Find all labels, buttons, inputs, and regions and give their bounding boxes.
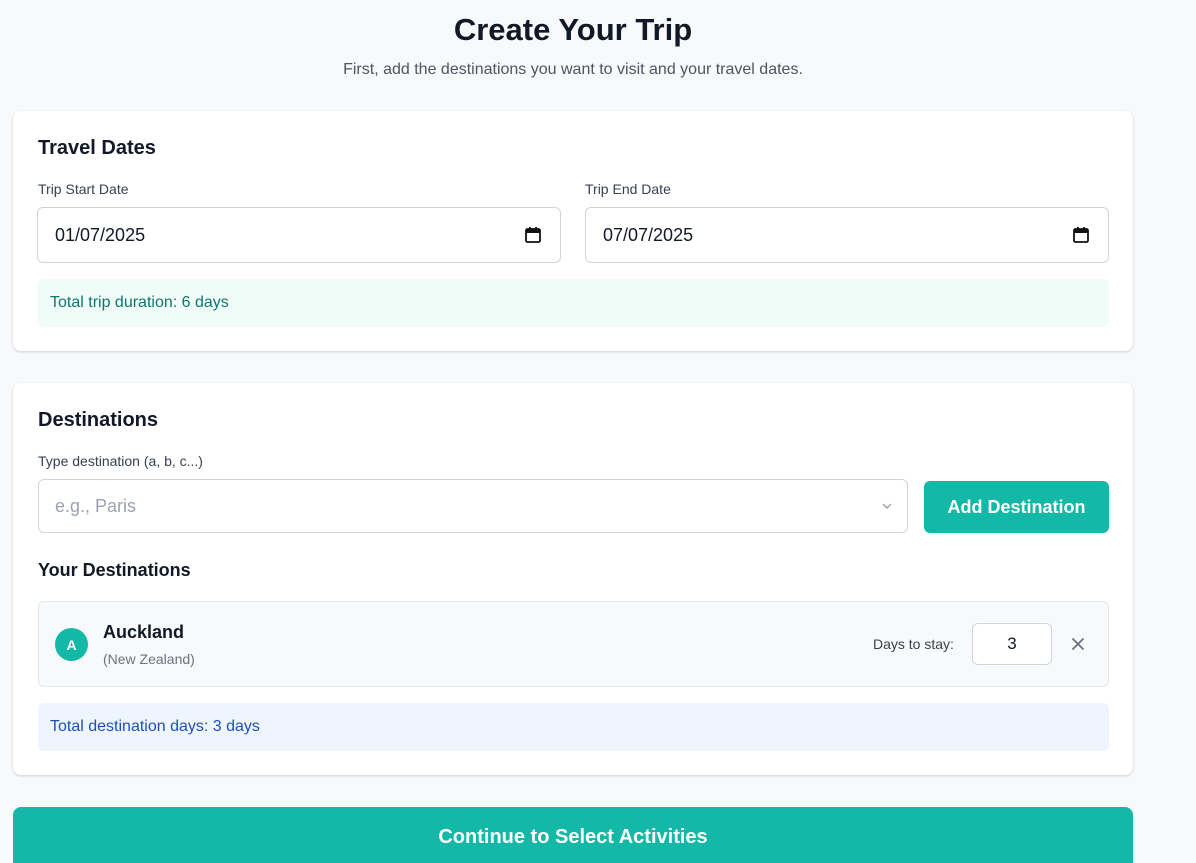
page-title: Create Your Trip [453, 12, 693, 47]
end-date-input[interactable]: 07/07/2025 [585, 207, 1109, 263]
destination-country: (New Zealand) [103, 651, 195, 667]
your-destinations-title: Your Destinations [38, 560, 191, 580]
destinations-card: Destinations Type destination (a, b, c..… [13, 383, 1133, 775]
days-to-stay-label: Days to stay: [873, 636, 954, 652]
destination-badge: A [55, 628, 88, 661]
destination-search-input[interactable]: e.g., Paris [38, 479, 908, 533]
remove-destination-button[interactable] [1069, 635, 1087, 653]
trip-page: Create Your Trip First, add the destinat… [13, 0, 1133, 863]
continue-button[interactable]: Continue to Select Activities [13, 807, 1133, 863]
destination-name: Auckland [103, 622, 185, 642]
calendar-icon[interactable] [1072, 226, 1090, 244]
close-icon [1072, 638, 1084, 650]
end-date-label: Trip End Date [585, 181, 671, 197]
page-header: Create Your Trip First, add the destinat… [13, 0, 1133, 80]
destination-list-item: A Auckland (New Zealand) Days to stay: 3 [38, 601, 1109, 687]
total-destination-days-info: Total destination days: 3 days [38, 703, 1109, 751]
trip-duration-info: Total trip duration: 6 days [38, 279, 1109, 327]
trip-duration-text: Total trip duration: 6 days [50, 294, 229, 311]
calendar-icon[interactable] [524, 226, 542, 244]
start-date-value: 01/07/2025 [55, 224, 146, 245]
days-to-stay-input[interactable]: 3 [972, 623, 1052, 665]
travel-dates-card: Travel Dates Trip Start Date 01/07/2025 … [13, 111, 1133, 351]
destination-placeholder: e.g., Paris [55, 495, 137, 516]
travel-dates-title: Travel Dates [38, 137, 156, 159]
end-date-value: 07/07/2025 [603, 224, 694, 245]
destination-input-label: Type destination (a, b, c...) [38, 453, 203, 469]
start-date-input[interactable]: 01/07/2025 [37, 207, 561, 263]
add-destination-button[interactable]: Add Destination [924, 481, 1109, 533]
page-subtitle: First, add the destinations you want to … [343, 61, 803, 78]
chevron-down-icon[interactable] [881, 500, 893, 512]
destinations-title: Destinations [38, 409, 159, 431]
start-date-label: Trip Start Date [38, 181, 129, 197]
total-destination-days-text: Total destination days: 3 days [50, 718, 260, 735]
